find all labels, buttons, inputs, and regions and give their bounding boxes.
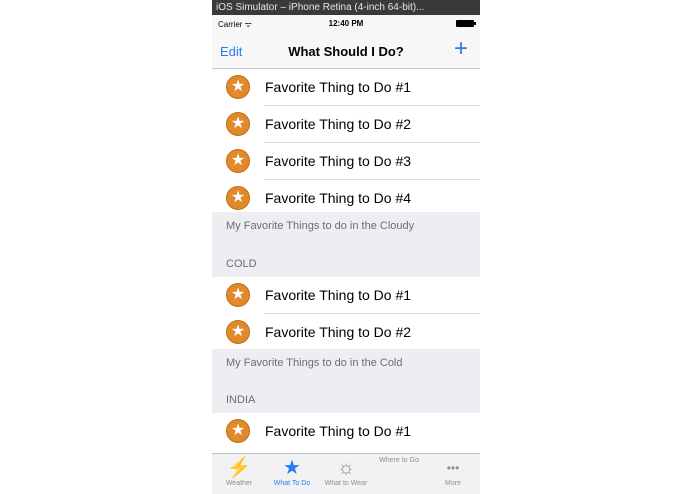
section-footer-cloudy: My Favorite Things to do in the Cloudy [226, 220, 415, 232]
table-row[interactable]: ★ Favorite Thing to Do #1 [212, 69, 480, 106]
simulator-title-bar: iOS Simulator – iPhone Retina (4-inch 64… [212, 0, 480, 15]
table-row[interactable]: ★ Favorite Thing to Do #3 [212, 143, 480, 180]
add-button[interactable]: + [454, 37, 468, 61]
navigation-bar: Edit What Should I Do? + [212, 33, 480, 69]
tab-weather[interactable]: ⚡ Weather [212, 454, 266, 494]
table-row[interactable]: ★ Favorite Thing to Do #1 [212, 413, 480, 450]
phone-screen: Carrier ᯤ 12:40 PM Edit What Should I Do… [212, 15, 480, 494]
window-title: iOS Simulator – iPhone Retina (4-inch 64… [216, 2, 425, 13]
tab-label: What To Do [273, 480, 311, 487]
table-row[interactable]: ★ Favorite Thing to Do #1 [212, 277, 480, 314]
row-label: Favorite Thing to Do #2 [265, 324, 412, 340]
tab-what-to-wear[interactable]: ☼ What to Wear [319, 454, 373, 494]
section-footer-header: My Favorite Things to do in the Cloudy C… [212, 212, 480, 277]
star-badge-icon: ★ [226, 186, 250, 210]
section-header-cold: COLD [226, 258, 257, 270]
star-badge-icon: ★ [226, 112, 250, 136]
tab-label: More [445, 480, 461, 487]
table-row[interactable]: ★ Favorite Thing to Do #2 [212, 314, 480, 351]
table-view[interactable]: ★ Favorite Thing to Do #1 ★ Favorite Thi… [212, 69, 480, 453]
row-label: Favorite Thing to Do #1 [265, 287, 412, 303]
tab-label: Where to Go [379, 457, 419, 464]
page-title: What Should I Do? [288, 44, 404, 59]
row-label: Favorite Thing to Do #4 [265, 190, 412, 206]
battery-icon [456, 20, 476, 27]
tab-bar: ⚡ Weather ★ What To Do ☼ What to Wear Wh… [212, 453, 480, 494]
star-badge-icon: ★ [226, 419, 250, 443]
status-bar: Carrier ᯤ 12:40 PM [212, 15, 480, 33]
tab-where-to-go[interactable]: Where to Go [372, 454, 426, 494]
tab-more[interactable]: ••• More [426, 454, 480, 494]
table-row[interactable]: ★ Favorite Thing to Do #2 [212, 106, 480, 143]
sun-icon: ☼ [336, 457, 356, 479]
section-header-india: INDIA [226, 394, 256, 406]
tab-label: Weather [225, 480, 253, 487]
tab-label: What to Wear [324, 480, 368, 487]
star-badge-icon: ★ [226, 283, 250, 307]
status-time: 12:40 PM [328, 19, 364, 28]
star-badge-icon: ★ [226, 75, 250, 99]
star-icon: ★ [283, 457, 301, 479]
row-label: Favorite Thing to Do #2 [265, 116, 412, 132]
section-footer-cold: My Favorite Things to do in the Cold [226, 357, 403, 369]
row-label: Favorite Thing to Do #3 [265, 153, 412, 169]
row-label: Favorite Thing to Do #1 [265, 79, 412, 95]
section-footer-header: My Favorite Things to do in the Cold IND… [212, 349, 480, 413]
tab-what-to-do[interactable]: ★ What To Do [265, 454, 319, 494]
lightning-icon: ⚡ [226, 457, 252, 479]
star-badge-icon: ★ [226, 149, 250, 173]
more-dots-icon: ••• [446, 461, 460, 475]
star-badge-icon: ★ [226, 320, 250, 344]
row-label: Favorite Thing to Do #1 [265, 423, 412, 439]
